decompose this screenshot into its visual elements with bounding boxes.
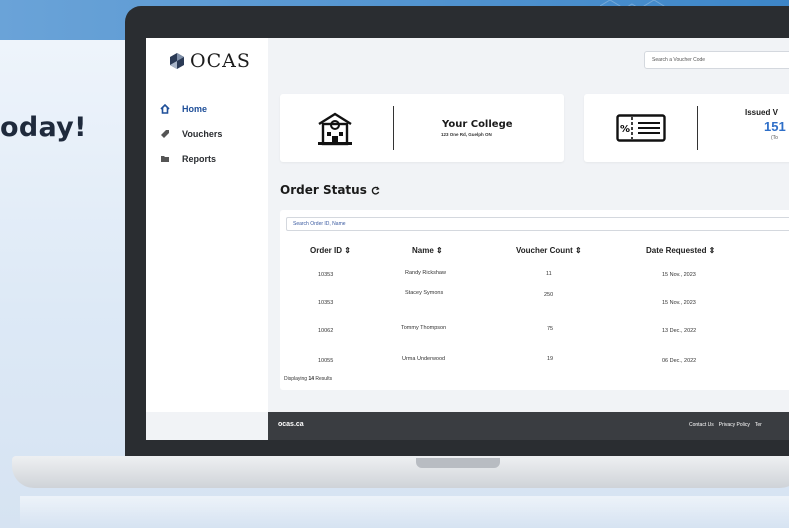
order-status-heading: Order Status [280, 183, 380, 197]
cell-voucher-count: 19 [547, 356, 554, 362]
column-header-voucher-count[interactable]: Voucher Count ⇕ [516, 246, 582, 255]
cell-date: 15 Nov., 2023 [662, 300, 696, 306]
footer-brand-link[interactable]: ocas.ca [278, 421, 304, 428]
sidebar-item-label: Reports [182, 153, 217, 164]
svg-text:%: % [620, 124, 630, 135]
order-search-input[interactable]: Search Order ID, Name [286, 217, 789, 231]
sidebar-item-label: Vouchers [182, 128, 223, 139]
sidebar-nav: Home Vouchers Reports [158, 96, 222, 171]
cell-name: Urma Underwood [402, 356, 446, 362]
issued-value: 151 [764, 119, 786, 134]
refresh-icon[interactable] [371, 186, 380, 195]
issued-vouchers-card: % Issued V 151 (To [584, 94, 789, 162]
contact-us-link[interactable]: Contact Us [689, 422, 714, 428]
tag-icon [158, 127, 172, 141]
card-divider [697, 106, 698, 150]
main-content: Search a Voucher Code Your College 123 O… [268, 38, 789, 412]
cell-order-id: 10353 [318, 300, 334, 306]
cell-order-id: 10055 [318, 358, 334, 364]
sidebar-item-reports[interactable]: Reports [158, 146, 222, 171]
cell-voucher-count: 250 [544, 292, 554, 298]
column-header-name[interactable]: Name ⇕ [412, 246, 443, 255]
laptop-base [12, 456, 789, 488]
reflection [20, 496, 789, 528]
cell-voucher-count: 75 [547, 326, 554, 332]
card-divider [393, 106, 394, 150]
sidebar: OCAS Home Vouchers Reports [146, 38, 268, 412]
sidebar-item-label: Home [182, 103, 208, 114]
college-address: 123 One Rd, Guelph ON [441, 132, 492, 137]
home-icon [158, 102, 172, 116]
app-screen: OCAS Home Vouchers Reports Search a Vouc… [146, 38, 789, 440]
orders-table: Search Order ID, Name Order ID ⇕ Name ⇕ … [280, 210, 789, 390]
cell-name: Stacey Symons [405, 290, 444, 296]
cell-date: 06 Dec., 2022 [662, 358, 697, 364]
footer-links: Contact Us Privacy Policy Ter [689, 422, 762, 428]
ocas-logo-icon [170, 53, 184, 69]
column-header-date-requested[interactable]: Date Requested ⇕ [646, 246, 715, 255]
terms-link[interactable]: Ter [755, 422, 762, 428]
voucher-ticket-icon: % [616, 114, 666, 142]
school-building-icon [318, 112, 352, 146]
cell-voucher-count: 11 [546, 271, 552, 277]
logo-text: OCAS [190, 50, 251, 72]
logo[interactable]: OCAS [168, 50, 251, 72]
issued-label: Issued V [745, 108, 778, 117]
cell-name: Tommy Thompson [401, 325, 447, 331]
voucher-search-input[interactable]: Search a Voucher Code [644, 51, 789, 69]
app-footer: ocas.ca Contact Us Privacy Policy Ter [268, 412, 789, 440]
college-name: Your College [442, 119, 513, 130]
sidebar-item-vouchers[interactable]: Vouchers [158, 121, 222, 146]
laptop-bezel [146, 440, 789, 456]
column-header-order-id[interactable]: Order ID ⇕ [310, 246, 351, 255]
cell-date: 15 Nov., 2023 [662, 272, 696, 278]
sidebar-item-home[interactable]: Home [158, 96, 222, 121]
results-count: Displaying 14 Results [284, 376, 332, 382]
cell-order-id: 10353 [318, 272, 334, 278]
issued-subtext: (To [771, 135, 778, 141]
cell-name: Randy Rickshaw [405, 270, 446, 276]
cell-date: 13 Dec., 2022 [662, 328, 697, 334]
results-prefix: Displaying [284, 376, 309, 382]
college-card: Your College 123 One Rd, Guelph ON [280, 94, 564, 162]
privacy-policy-link[interactable]: Privacy Policy [719, 422, 750, 428]
order-status-title: Order Status [280, 183, 367, 197]
hero-headline: oday! [0, 112, 87, 143]
cell-order-id: 10062 [318, 328, 334, 334]
results-suffix: Results [314, 376, 333, 382]
folder-icon [158, 152, 172, 166]
laptop-notch [416, 458, 500, 468]
